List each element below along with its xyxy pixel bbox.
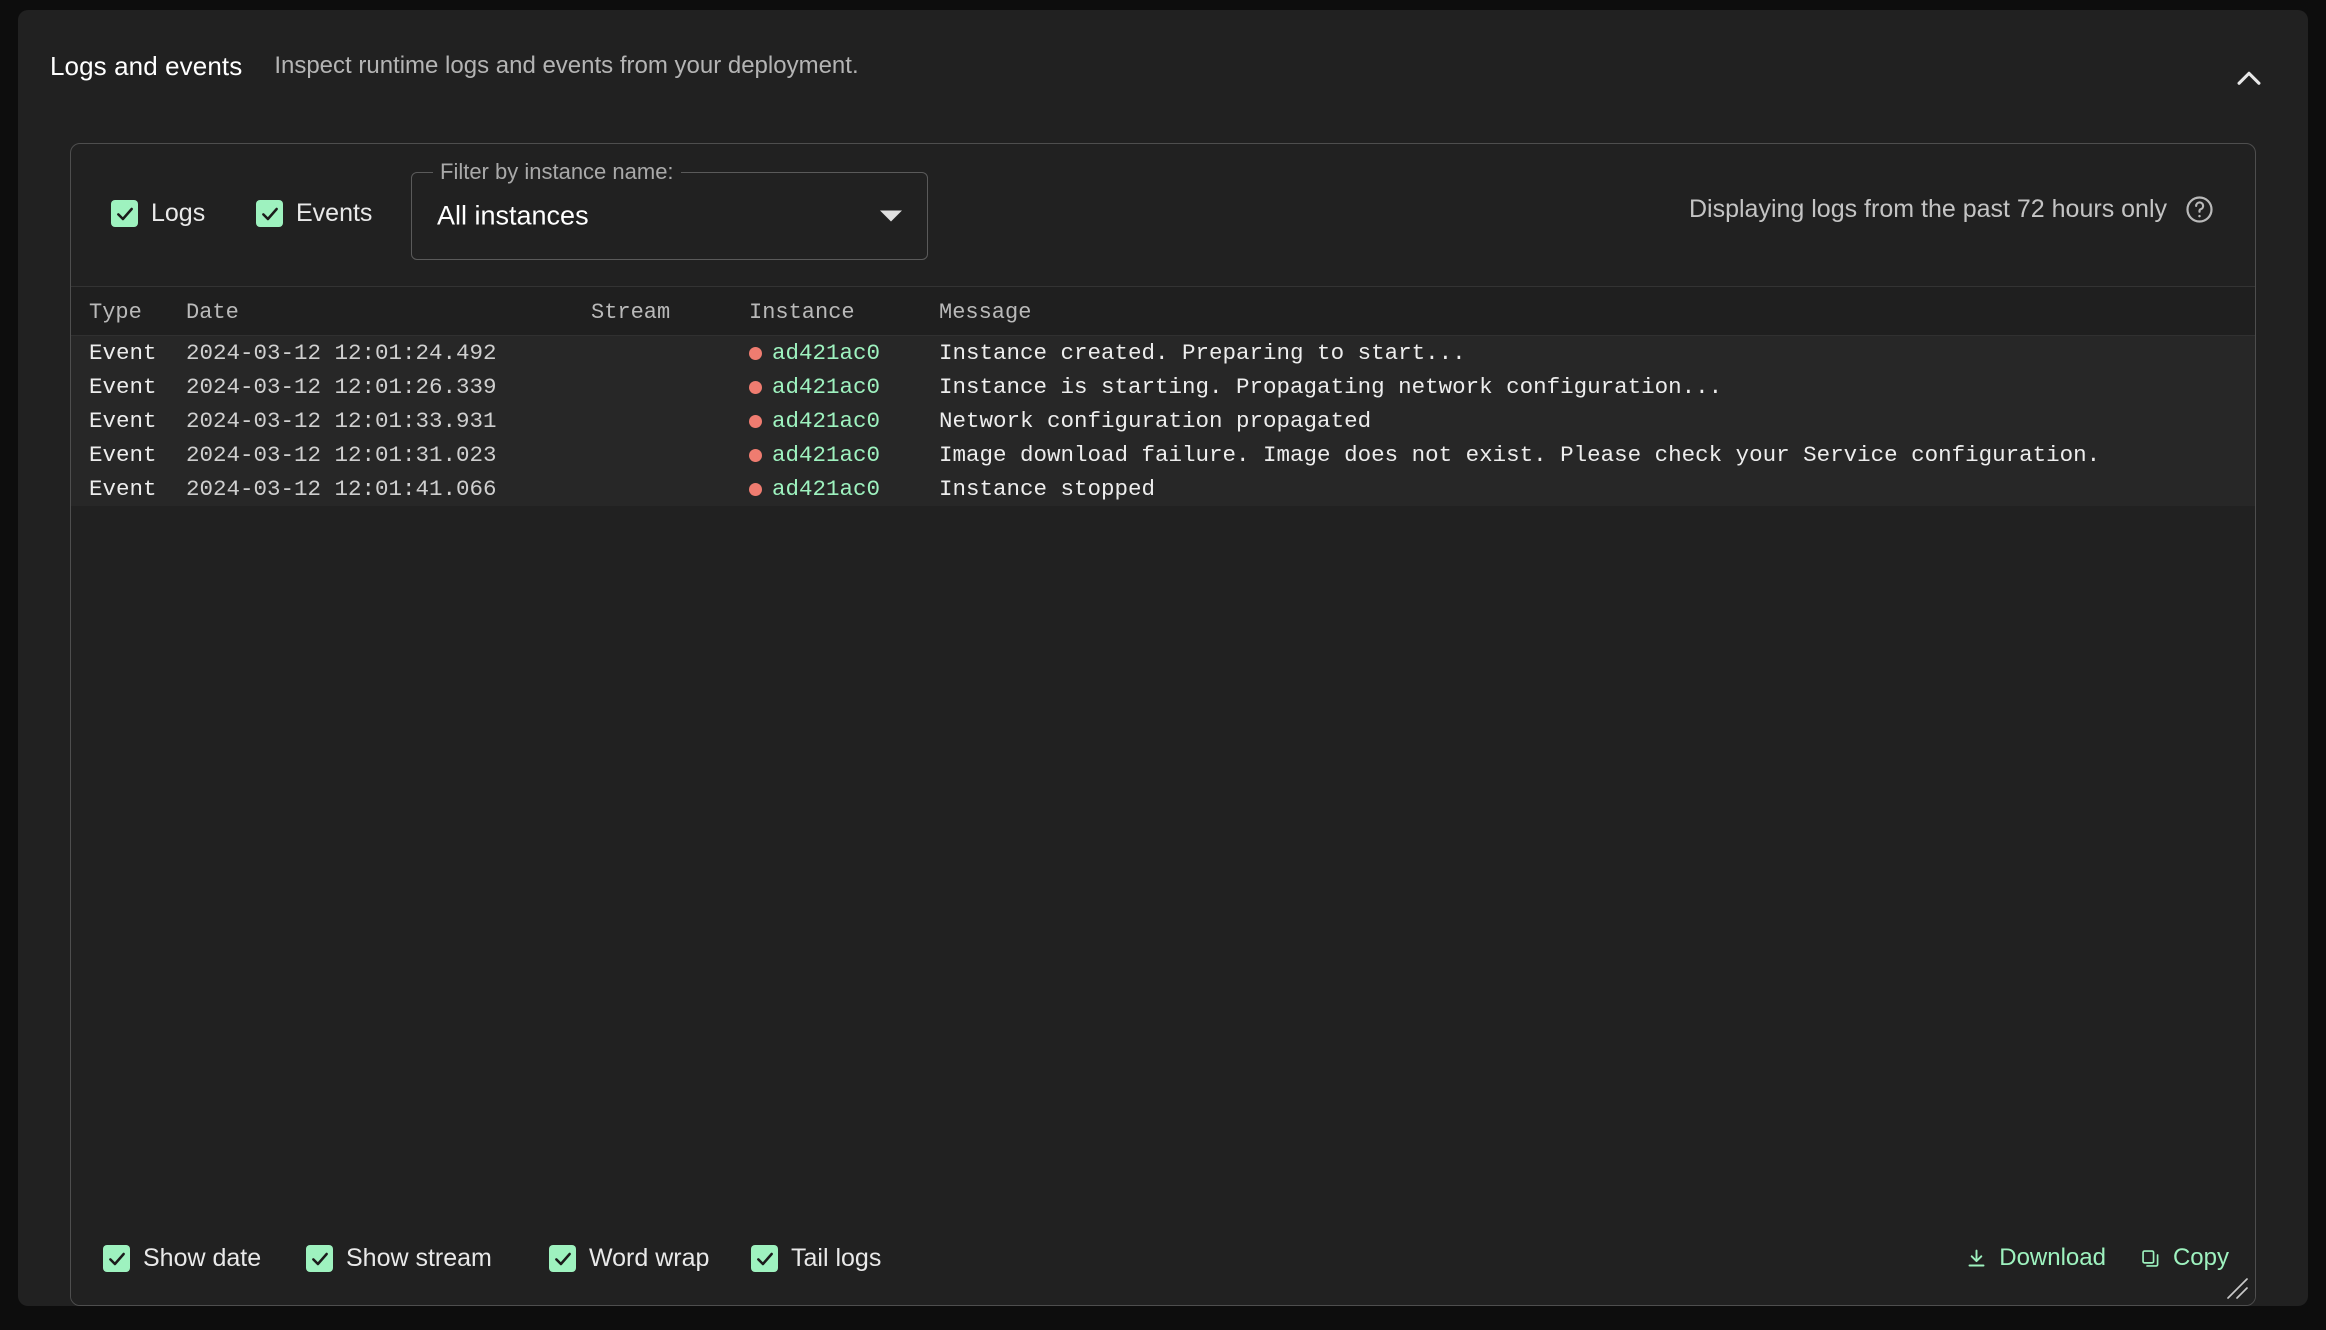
checkbox-checked-icon (549, 1245, 576, 1272)
cell-instance[interactable]: ad421ac0 (749, 442, 880, 468)
checkbox-checked-icon (751, 1245, 778, 1272)
collapse-panel-button[interactable] (2226, 56, 2272, 102)
tail-logs-label: Tail logs (791, 1244, 882, 1272)
cell-instance[interactable]: ad421ac0 (749, 408, 880, 434)
logs-filter-checkbox[interactable]: Logs (111, 199, 205, 228)
cell-type: Event (89, 408, 157, 434)
logs-filter-label: Logs (151, 199, 206, 227)
instance-filter-value: All instances (437, 200, 589, 231)
cell-type: Event (89, 340, 157, 366)
column-header-type: Type (89, 300, 142, 325)
footer-actions: Download Copy (1966, 1244, 2229, 1272)
logs-toolbar: Logs Events Filter by instance name: All… (71, 144, 2255, 286)
instance-status-dot-icon (749, 482, 762, 496)
instance-name: ad421ac0 (772, 408, 881, 434)
cell-message: Image download failure. Image does not e… (939, 442, 2101, 468)
log-rows-container: Event 2024-03-12 12:01:24.492 ad421ac0 Inst… (71, 336, 2255, 506)
instance-status-dot-icon (749, 448, 762, 462)
cell-date: 2024-03-12 12:01:24.492 (186, 340, 497, 366)
instance-filter-legend: Filter by instance name: (433, 159, 681, 185)
checkbox-checked-icon (256, 200, 283, 227)
page-subtitle: Inspect runtime logs and events from you… (274, 52, 859, 79)
word-wrap-checkbox[interactable]: Word wrap (549, 1244, 709, 1273)
checkbox-checked-icon (103, 1245, 130, 1272)
cell-instance[interactable]: ad421ac0 (749, 374, 880, 400)
logs-footer: Show date Show stream Word wrap Tail log… (71, 1210, 2255, 1305)
download-icon (1966, 1248, 1987, 1269)
cell-instance[interactable]: ad421ac0 (749, 476, 880, 502)
table-row[interactable]: Event 2024-03-12 12:01:26.339 ad421ac0 Inst… (71, 370, 2255, 404)
instance-status-dot-icon (749, 346, 762, 360)
instance-name: ad421ac0 (772, 340, 881, 366)
logs-and-events-card: Logs and events Inspect runtime logs and… (18, 10, 2308, 1306)
instance-name: ad421ac0 (772, 476, 881, 502)
download-label: Download (1999, 1244, 2106, 1271)
show-date-checkbox[interactable]: Show date (103, 1244, 261, 1273)
column-header-instance: Instance (749, 300, 855, 325)
log-table-body[interactable]: Event 2024-03-12 12:01:24.492 ad421ac0 Inst… (71, 336, 2255, 1210)
show-date-label: Show date (143, 1244, 262, 1272)
help-circle-icon[interactable] (2184, 194, 2215, 225)
table-row[interactable]: Event 2024-03-12 12:01:33.931 ad421ac0 Netw… (71, 404, 2255, 438)
card-header: Logs and events Inspect runtime logs and… (18, 10, 2308, 122)
chevron-up-icon (2232, 62, 2266, 96)
cell-message: Instance is starting. Propagating networ… (939, 374, 1723, 400)
table-row[interactable]: Event 2024-03-12 12:01:24.492 ad421ac0 Inst… (71, 336, 2255, 370)
cell-type: Event (89, 442, 157, 468)
tail-logs-checkbox[interactable]: Tail logs (751, 1244, 881, 1273)
instance-status-dot-icon (749, 380, 762, 394)
logs-panel: Logs Events Filter by instance name: All… (70, 143, 2256, 1306)
copy-button[interactable]: Copy (2140, 1244, 2229, 1272)
checkbox-checked-icon (306, 1245, 333, 1272)
events-filter-label: Events (296, 199, 373, 227)
cell-type: Event (89, 476, 157, 502)
column-header-stream: Stream (591, 300, 671, 325)
cell-date: 2024-03-12 12:01:31.023 (186, 442, 497, 468)
copy-icon (2140, 1248, 2161, 1269)
instance-name: ad421ac0 (772, 374, 881, 400)
column-header-date: Date (186, 300, 239, 325)
instance-filter-select[interactable]: Filter by instance name: All instances (411, 159, 928, 260)
cell-message: Network configuration propagated (939, 408, 1372, 434)
log-table-header: Type Date Stream Instance Message (71, 286, 2255, 336)
table-row[interactable]: Event 2024-03-12 12:01:31.023 ad421ac0 Imag… (71, 438, 2255, 472)
retention-text: Displaying logs from the past 72 hours o… (1688, 195, 2167, 223)
cell-type: Event (89, 374, 157, 400)
show-stream-checkbox[interactable]: Show stream (306, 1244, 492, 1273)
checkbox-checked-icon (111, 200, 138, 227)
table-row[interactable]: Event 2024-03-12 12:01:41.066 ad421ac0 Inst… (71, 472, 2255, 506)
instance-status-dot-icon (749, 414, 762, 428)
copy-label: Copy (2172, 1244, 2229, 1271)
show-stream-label: Show stream (346, 1244, 492, 1272)
cell-message: Instance created. Preparing to start... (939, 340, 1466, 366)
cell-instance[interactable]: ad421ac0 (749, 340, 880, 366)
cell-date: 2024-03-12 12:01:41.066 (186, 476, 497, 502)
events-filter-checkbox[interactable]: Events (256, 199, 372, 228)
chevron-down-icon (880, 210, 902, 222)
cell-date: 2024-03-12 12:01:33.931 (186, 408, 497, 434)
cell-message: Instance stopped (939, 476, 1156, 502)
word-wrap-label: Word wrap (589, 1244, 710, 1272)
column-header-message: Message (939, 300, 1032, 325)
page-title: Logs and events (50, 50, 243, 81)
instance-name: ad421ac0 (772, 442, 881, 468)
download-button[interactable]: Download (1966, 1244, 2106, 1272)
resize-grip-icon[interactable] (2223, 1274, 2249, 1300)
retention-notice: Displaying logs from the past 72 hours o… (1689, 194, 2215, 225)
cell-date: 2024-03-12 12:01:26.339 (186, 374, 497, 400)
